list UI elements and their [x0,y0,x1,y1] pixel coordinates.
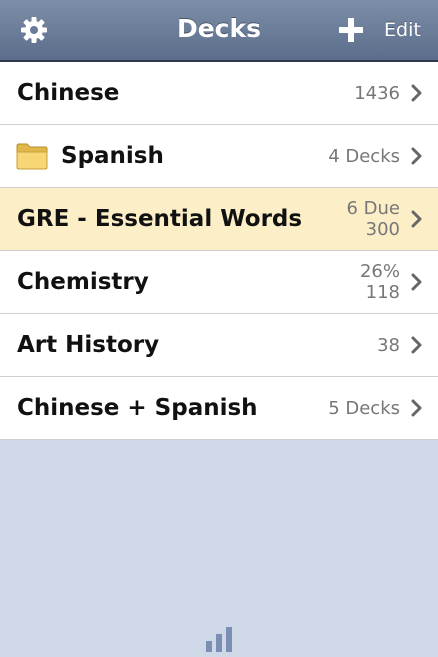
chevron-right-icon [411,336,422,354]
navigation-bar: Decks Edit [0,0,438,62]
settings-button[interactable] [19,15,49,45]
deck-name: Chemistry [17,269,149,295]
deck-row[interactable]: Spanish 4 Decks [0,125,438,188]
folder-icon [16,143,48,170]
deck-meta-line: 38 [377,334,400,356]
deck-name: Chinese + Spanish [17,395,258,421]
deck-row[interactable]: Chinese 1436 [0,62,438,125]
edit-button[interactable]: Edit [384,14,428,46]
plus-icon [339,18,363,42]
deck-meta-line: 6 Due [346,198,400,219]
deck-meta: 4 Decks [328,125,400,187]
chevron-right-icon [411,399,422,417]
chevron-right-icon [411,273,422,291]
deck-row[interactable]: GRE - Essential Words 6 Due 300 [0,188,438,251]
deck-meta-line: 300 [365,219,400,240]
add-deck-button[interactable] [336,15,366,45]
deck-meta: 5 Decks [328,377,400,439]
gear-icon [21,17,47,43]
deck-meta-line: 4 Decks [328,145,400,167]
deck-meta-line: 26% [359,261,400,282]
deck-row[interactable]: Art History 38 [0,314,438,377]
chevron-right-icon [411,210,422,228]
chevron-right-icon [411,84,422,102]
deck-meta-line: 118 [365,282,400,303]
deck-meta: 6 Due 300 [346,188,400,250]
deck-meta: 26% 118 [360,251,400,313]
deck-meta: 38 [377,314,400,376]
page-title: Decks [176,14,262,43]
deck-name: Chinese [17,80,120,106]
deck-meta-line: 1436 [354,82,400,104]
deck-list: Chinese 1436 Spanish 4 Decks GRE - Essential… [0,62,438,440]
deck-meta-line: 5 Decks [328,397,400,419]
deck-row[interactable]: Chemistry 26% 118 [0,251,438,314]
bar-chart-icon[interactable] [205,626,233,652]
deck-name: Spanish [61,143,164,169]
deck-name: GRE - Essential Words [17,206,303,232]
chevron-right-icon [411,147,422,165]
deck-meta: 1436 [354,62,400,124]
deck-name: Art History [17,332,160,358]
deck-row[interactable]: Chinese + Spanish 5 Decks [0,377,438,440]
